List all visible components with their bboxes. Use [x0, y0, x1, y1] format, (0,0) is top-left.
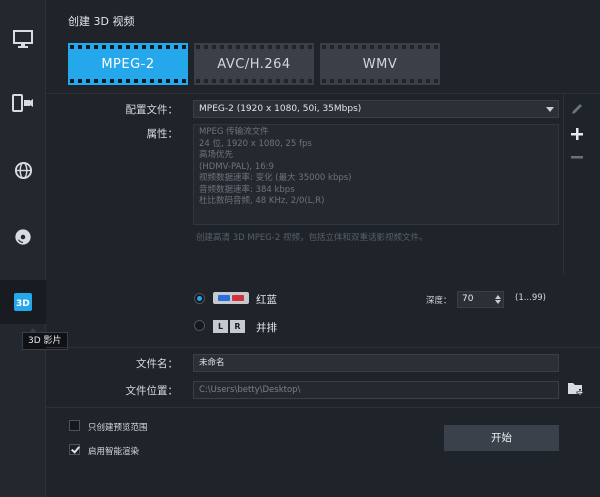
spin-down-icon[interactable]	[495, 300, 501, 304]
tab-wmv[interactable]: WMV	[320, 43, 440, 85]
device-camera-icon	[12, 94, 33, 112]
depth-stepper[interactable]: 70	[457, 291, 504, 308]
smart-render-label: 启用智能渲染	[88, 447, 140, 457]
anaglyph-label: 红蓝	[256, 294, 277, 306]
3d-movie-icon: 3D	[14, 293, 32, 311]
property-line: (HDMV-PAL), 16:9	[199, 161, 274, 172]
filename-input[interactable]: 未命名	[193, 354, 559, 372]
properties-label: 属性：	[146, 128, 179, 140]
radio-anaglyph[interactable]	[194, 293, 205, 304]
location-value: C:\Users\betty\Desktop\	[199, 385, 301, 395]
lr-right: R	[230, 320, 245, 333]
location-label: 文件位置：	[125, 385, 179, 397]
depth-label: 深度：	[426, 296, 452, 306]
tab-avc-h264[interactable]: AVC/H.264	[194, 43, 314, 85]
side-by-side-label: 并排	[256, 322, 277, 334]
tab-label: MPEG-2	[101, 56, 155, 72]
side-by-side-icon: L R	[213, 320, 245, 333]
plus-icon[interactable]	[570, 127, 584, 141]
profile-value: MPEG-2 (1920 x 1080, 50i, 35Mbps)	[199, 104, 362, 114]
profile-label: 配置文件：	[125, 104, 179, 116]
property-line: 高场优先	[199, 150, 234, 160]
property-line: 24 位, 1920 x 1080, 25 fps	[199, 138, 312, 149]
smart-render-checkbox[interactable]	[69, 444, 80, 455]
property-line: 音频数据速率: 384 kbps	[199, 184, 295, 195]
start-button[interactable]: 开始	[444, 425, 559, 451]
depth-range: (1...99)	[515, 293, 546, 303]
anaglyph-glasses-icon	[213, 292, 249, 304]
minus-icon[interactable]	[570, 150, 584, 164]
pencil-icon[interactable]	[570, 102, 584, 116]
tab-mpeg2[interactable]: MPEG-2	[68, 43, 188, 85]
property-line: 视频数据速率: 变化 (最大 35000 kbps)	[199, 173, 352, 183]
property-line: MPEG 传输流文件	[199, 127, 269, 137]
tab-label: WMV	[362, 56, 398, 72]
radio-side-by-side[interactable]	[194, 320, 205, 331]
lr-left: L	[213, 320, 228, 333]
format-tabs: MPEG-2 AVC/H.264 WMV	[68, 43, 440, 85]
monitor-icon	[13, 30, 33, 48]
folder-add-icon[interactable]	[567, 381, 584, 396]
sidebar-item-disc[interactable]	[0, 215, 46, 259]
location-input[interactable]: C:\Users\betty\Desktop\	[193, 381, 559, 399]
chevron-down-icon	[546, 107, 554, 112]
svg-text:3D: 3D	[16, 299, 30, 309]
divider	[46, 93, 600, 94]
tab-label: AVC/H.264	[217, 56, 291, 72]
divider	[46, 347, 600, 348]
properties-box: MPEG 传输流文件 24 位, 1920 x 1080, 25 fps 高场优…	[193, 124, 559, 225]
sidebar-item-computer[interactable]	[0, 17, 46, 61]
filename-label: 文件名：	[136, 358, 178, 370]
property-line: 杜比数码音频, 48 KHz, 2/0(L,R)	[199, 196, 325, 206]
profile-select[interactable]: MPEG-2 (1920 x 1080, 50i, 35Mbps)	[193, 100, 559, 118]
filename-value: 未命名	[199, 358, 225, 368]
preview-only-checkbox[interactable]	[69, 420, 80, 431]
page-title: 创建 3D 视频	[68, 15, 135, 28]
spin-up-icon[interactable]	[495, 295, 501, 299]
globe-icon	[14, 161, 32, 179]
sidebar-item-3d-movie[interactable]: 3D	[0, 280, 46, 324]
divider	[46, 407, 600, 408]
profile-description: 创建高清 3D MPEG-2 视频，包括立体和双重话影视频文件。	[196, 233, 428, 243]
divider	[563, 94, 564, 274]
sidebar-item-web[interactable]	[0, 148, 46, 192]
sidebar: 3D	[0, 0, 46, 497]
sidebar-item-device[interactable]	[0, 81, 46, 125]
disc-icon	[15, 229, 31, 245]
preview-only-label: 只创建预览范围	[88, 423, 148, 433]
depth-value: 70	[462, 294, 474, 304]
